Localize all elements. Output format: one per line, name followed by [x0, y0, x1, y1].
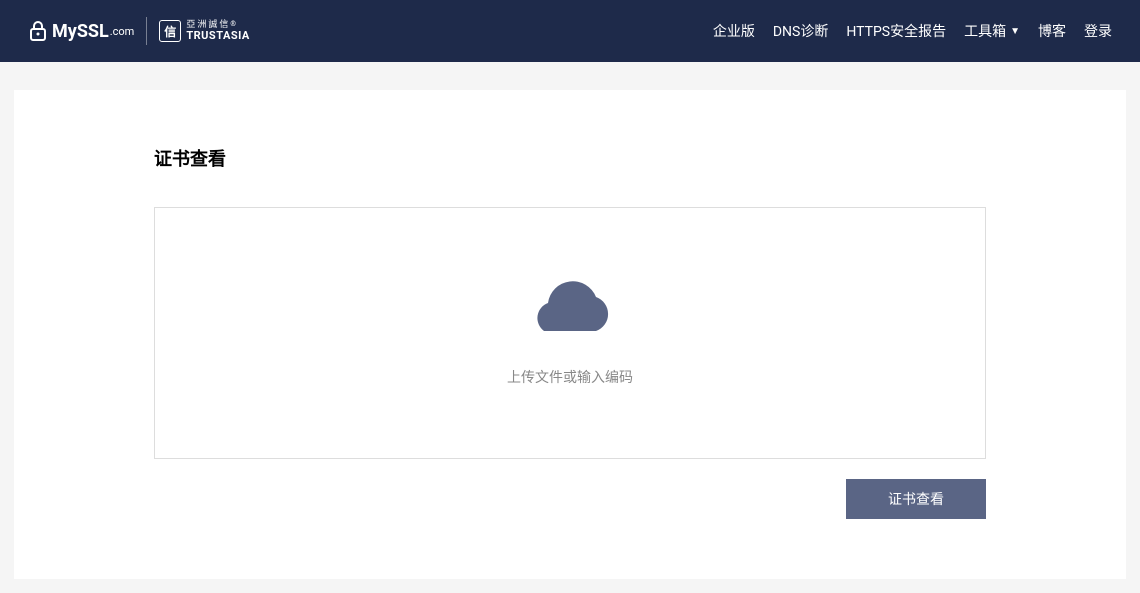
nav-dns[interactable]: DNS诊断	[773, 21, 829, 41]
card: 证书查看 上传文件或输入编码 证书查看	[14, 90, 1126, 579]
button-row: 证书查看	[154, 479, 986, 519]
upload-area[interactable]: 上传文件或输入编码	[154, 207, 986, 459]
trustasia-en: TRUSTASIA	[186, 30, 250, 41]
page-title: 证书查看	[154, 145, 986, 171]
nav-enterprise[interactable]: 企业版	[713, 21, 755, 41]
lock-icon	[28, 19, 48, 43]
trustasia-badge-icon: 信	[159, 20, 181, 42]
upload-text: 上传文件或输入编码	[507, 367, 633, 387]
chevron-down-icon: ▼	[1010, 26, 1020, 37]
logo-trustasia[interactable]: 信 亞洲誠信® TRUSTASIA	[159, 20, 250, 42]
nav-toolbox[interactable]: 工具箱 ▼	[964, 21, 1020, 41]
logo-section: MySSL.com 信 亞洲誠信® TRUSTASIA	[28, 17, 250, 45]
nav-toolbox-label: 工具箱	[964, 21, 1006, 41]
nav: 企业版 DNS诊断 HTTPS安全报告 工具箱 ▼ 博客 登录	[713, 21, 1112, 41]
logo-myssl[interactable]: MySSL.com	[28, 19, 134, 43]
logo-divider	[146, 17, 147, 45]
nav-login[interactable]: 登录	[1084, 21, 1112, 41]
submit-button[interactable]: 证书查看	[846, 479, 986, 519]
trustasia-text: 亞洲誠信® TRUSTASIA	[186, 21, 250, 41]
main: 证书查看 上传文件或输入编码 证书查看	[0, 62, 1140, 579]
nav-blog[interactable]: 博客	[1038, 21, 1066, 41]
logo-myssl-suffix: .com	[110, 25, 135, 38]
cloud-icon	[524, 279, 616, 337]
logo-myssl-text: MySSL	[52, 21, 109, 42]
nav-https-report[interactable]: HTTPS安全报告	[846, 21, 946, 41]
header: MySSL.com 信 亞洲誠信® TRUSTASIA 企业版 DNS诊断 HT…	[0, 0, 1140, 62]
